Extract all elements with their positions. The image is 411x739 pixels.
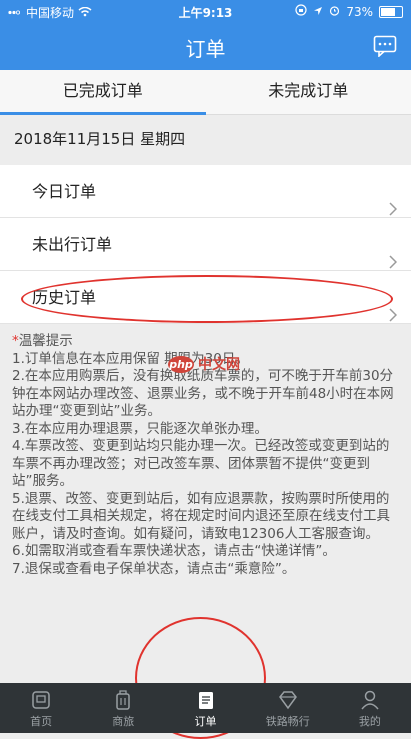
watermark-badge: php — [168, 356, 194, 373]
bottom-tab-label: 首页 — [30, 715, 52, 728]
tab-completed-orders[interactable]: 已完成订单 — [0, 70, 206, 114]
tip-item: 7.退保或查看电子保单状态，请点击“乘意险”。 — [12, 561, 402, 579]
luggage-icon — [112, 689, 134, 711]
watermark-text: 中文网 — [198, 354, 240, 374]
status-bar: 中国移动 上午9:13 73% — [0, 0, 411, 24]
tip-item: 5.退票、改签、变更到站后，如有应退票款，按购票时所使用的在线支付工具相关规定，… — [12, 491, 402, 544]
tip-item: 2.在本应用购票后，没有换取纸质车票的，可不晚于开车前30分钟在本网站办理改签、… — [12, 368, 402, 421]
battery-icon — [379, 6, 403, 18]
bottom-tab-label: 商旅 — [112, 715, 134, 728]
bottom-tab-railway[interactable]: 铁路畅行 — [247, 683, 329, 733]
tip-item: 3.在本应用办理退票，只能逐次单张办理。 — [12, 421, 402, 439]
battery-percent: 73% — [346, 5, 373, 19]
date-label: 2018年11月15日 星期四 — [0, 115, 411, 163]
home-icon — [30, 689, 52, 711]
chevron-right-icon — [389, 237, 397, 251]
bottom-tab-me[interactable]: 我的 — [329, 683, 411, 733]
list-item-label: 未出行订单 — [32, 235, 112, 254]
alarm-icon — [329, 5, 340, 19]
chevron-right-icon — [389, 290, 397, 304]
tips-title: 温馨提示 — [19, 333, 73, 349]
watermark-logo: php 中文网 — [168, 354, 240, 374]
bottom-tab-orders[interactable]: 订单 — [164, 683, 246, 733]
diamond-icon — [277, 689, 299, 711]
bottom-nav: 首页 商旅 订单 铁路畅行 我的 — [0, 683, 411, 733]
list-item-label: 今日订单 — [32, 182, 96, 201]
bottom-tab-label: 订单 — [195, 715, 217, 728]
chat-icon[interactable] — [373, 35, 397, 57]
order-list: 今日订单 未出行订单 历史订单 — [0, 165, 411, 324]
location-icon — [313, 5, 323, 19]
list-item-unused-orders[interactable]: 未出行订单 — [0, 218, 411, 271]
list-item-today-orders[interactable]: 今日订单 — [0, 165, 411, 218]
bottom-tab-label: 铁路畅行 — [266, 715, 310, 728]
page-title: 订单 — [0, 33, 411, 62]
list-item-history-orders[interactable]: 历史订单 — [0, 271, 411, 324]
tip-item: 6.如需取消或查看车票快递状态，请点击“快递详情”。 — [12, 543, 402, 561]
nav-bar: 订单 — [0, 24, 411, 70]
bottom-tab-label: 我的 — [359, 715, 381, 728]
chevron-right-icon — [389, 184, 397, 198]
bottom-tab-business[interactable]: 商旅 — [82, 683, 164, 733]
rotation-lock-icon — [295, 4, 307, 19]
tip-item: 4.车票改签、变更到站均只能办理一次。已经改签或变更到站的车票不再办理改签；对已… — [12, 438, 402, 491]
order-tabs: 已完成订单 未完成订单 — [0, 70, 411, 115]
order-icon — [195, 689, 217, 711]
user-icon — [359, 689, 381, 711]
tab-uncompleted-orders[interactable]: 未完成订单 — [206, 70, 411, 114]
bottom-tab-home[interactable]: 首页 — [0, 683, 82, 733]
list-item-label: 历史订单 — [32, 288, 96, 307]
